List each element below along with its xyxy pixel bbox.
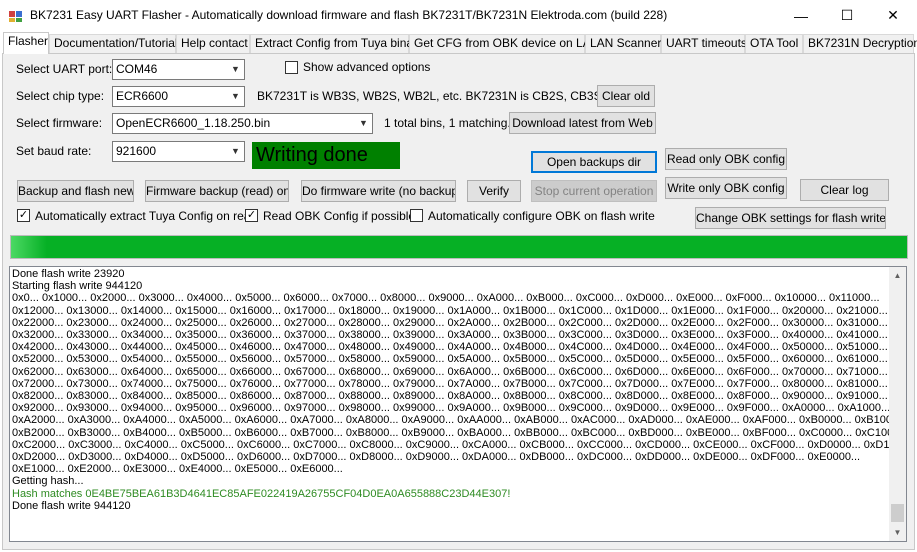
auto-configure-label: Automatically configure OBK on flash wri… <box>428 209 655 223</box>
stop-operation-button[interactable]: Stop current operation <box>531 180 657 202</box>
log-line: 0xB2000... 0xB3000... 0xB4000... 0xB5000… <box>12 426 890 439</box>
log-line: 0xD2000... 0xD3000... 0xD4000... 0xD5000… <box>12 451 861 464</box>
log-line: 0x42000... 0x43000... 0x44000... 0x45000… <box>12 341 888 354</box>
log-line: Done flash write 23920 <box>12 268 125 280</box>
chip-info-text: BK7231T is WB3S, WB2S, WB2L, etc. BK7231… <box>257 89 625 103</box>
clear-old-button[interactable]: Clear old <box>597 85 655 107</box>
tab-lan-scanner[interactable]: LAN Scanner <box>585 34 661 53</box>
log-content: Done flash write 23920 Starting flash wri… <box>12 268 890 512</box>
window-title: BK7231 Easy UART Flasher - Automatically… <box>30 8 668 22</box>
firmware-backup-button[interactable]: Firmware backup (read) only <box>145 180 289 202</box>
log-line: 0x0... 0x1000... 0x2000... 0x3000... 0x4… <box>12 292 880 305</box>
tab-get-cfg[interactable]: Get CFG from OBK device on LAN <box>409 34 599 53</box>
write-only-obk-button[interactable]: Write only OBK config <box>665 177 787 199</box>
chevron-down-icon: ▼ <box>231 91 240 101</box>
uart-port-value: COM46 <box>116 62 158 76</box>
read-obk-checkbox[interactable]: ✓ <box>245 209 258 222</box>
log-scrollbar[interactable]: ▲ ▼ <box>889 267 906 541</box>
auto-extract-label: Automatically extract Tuya Config on rea… <box>35 209 258 223</box>
minimize-icon[interactable]: — <box>778 0 824 31</box>
firmware-info-text: 1 total bins, 1 matching. <box>384 116 511 130</box>
log-line: 0xE1000... 0xE2000... 0xE3000... 0xE4000… <box>12 463 343 476</box>
scroll-up-icon[interactable]: ▲ <box>889 267 906 284</box>
show-advanced-checkbox[interactable] <box>285 61 298 74</box>
tab-bk7231n-decryption[interactable]: BK7231N Decryption <box>803 34 917 53</box>
show-advanced-label: Show advanced options <box>303 60 431 74</box>
log-hash-line: Hash matches 0E4BE75BEA61B3D4641EC85AFE0… <box>12 487 511 500</box>
chevron-down-icon: ▼ <box>359 118 368 128</box>
auto-extract-checkbox[interactable]: ✓ <box>17 209 30 222</box>
firmware-write-button[interactable]: Do firmware write (no backup!) <box>301 180 456 202</box>
close-icon[interactable]: ✕ <box>870 0 916 31</box>
checkmark-icon: ✓ <box>246 209 257 221</box>
status-label: Writing done <box>252 142 400 169</box>
checkmark-icon: ✓ <box>18 209 29 221</box>
log-textbox[interactable]: Done flash write 23920 Starting flash wri… <box>9 266 907 542</box>
uart-port-label: Select UART port: <box>16 62 113 76</box>
read-only-obk-button[interactable]: Read only OBK config <box>665 148 787 170</box>
log-line: 0x32000... 0x33000... 0x34000... 0x35000… <box>12 329 888 342</box>
baud-rate-value: 921600 <box>116 144 157 158</box>
log-line: Starting flash write 944120 <box>12 280 143 293</box>
tab-uart-timeouts[interactable]: UART timeouts <box>661 34 747 53</box>
download-latest-button[interactable]: Download latest from Web <box>509 112 656 134</box>
title-bar[interactable]: BK7231 Easy UART Flasher - Automatically… <box>0 0 917 31</box>
log-line: Done flash write 944120 <box>12 499 131 512</box>
chip-type-label: Select chip type: <box>16 89 105 103</box>
progress-fill <box>11 236 907 258</box>
app-icon <box>9 11 22 22</box>
log-line: 0x82000... 0x83000... 0x84000... 0x85000… <box>12 390 888 403</box>
firmware-value: OpenECR6600_1.18.250.bin <box>116 116 271 130</box>
log-line: 0x52000... 0x53000... 0x54000... 0x55000… <box>12 353 888 366</box>
tab-ota-tool[interactable]: OTA Tool <box>745 34 803 53</box>
change-obk-settings-button[interactable]: Change OBK settings for flash write <box>695 207 886 229</box>
chip-type-value: ECR6600 <box>116 89 169 103</box>
chevron-down-icon: ▼ <box>231 146 240 156</box>
baud-rate-select[interactable]: 921600 ▼ <box>112 141 245 162</box>
tab-help-contact[interactable]: Help contact <box>176 34 250 53</box>
baud-rate-label: Set baud rate: <box>16 144 92 158</box>
progress-bar <box>10 235 908 259</box>
read-obk-label: Read OBK Config if possible <box>263 209 416 223</box>
log-line: Getting hash... <box>12 475 84 488</box>
tab-flasher[interactable]: Flasher <box>3 32 49 54</box>
clear-log-button[interactable]: Clear log <box>800 179 889 201</box>
chevron-down-icon: ▼ <box>231 64 240 74</box>
log-line: 0x22000... 0x23000... 0x24000... 0x25000… <box>12 316 888 329</box>
firmware-label: Select firmware: <box>16 116 103 130</box>
firmware-select[interactable]: OpenECR6600_1.18.250.bin ▼ <box>112 113 373 134</box>
uart-port-select[interactable]: COM46 ▼ <box>112 59 245 80</box>
scrollbar-thumb[interactable] <box>891 504 904 522</box>
auto-configure-checkbox[interactable] <box>410 209 423 222</box>
tab-extract-config[interactable]: Extract Config from Tuya binary <box>250 34 423 53</box>
log-line: 0x12000... 0x13000... 0x14000... 0x15000… <box>12 304 888 317</box>
chip-type-select[interactable]: ECR6600 ▼ <box>112 86 245 107</box>
maximize-icon[interactable]: ☐ <box>824 0 870 31</box>
open-backups-button[interactable]: Open backups dir <box>531 151 657 173</box>
log-line: 0xC2000... 0xC3000... 0xC4000... 0xC5000… <box>12 438 890 451</box>
tab-documentation[interactable]: Documentation/Tutorials <box>49 34 184 53</box>
log-line: 0xA2000... 0xA3000... 0xA4000... 0xA5000… <box>12 414 890 427</box>
log-line: 0x92000... 0x93000... 0x94000... 0x95000… <box>12 402 890 415</box>
backup-and-flash-button[interactable]: Backup and flash new <box>17 180 134 202</box>
verify-button[interactable]: Verify <box>467 180 521 202</box>
log-line: 0x62000... 0x63000... 0x64000... 0x65000… <box>12 365 888 378</box>
scroll-down-icon[interactable]: ▼ <box>889 524 906 541</box>
log-line: 0x72000... 0x73000... 0x74000... 0x75000… <box>12 377 888 390</box>
